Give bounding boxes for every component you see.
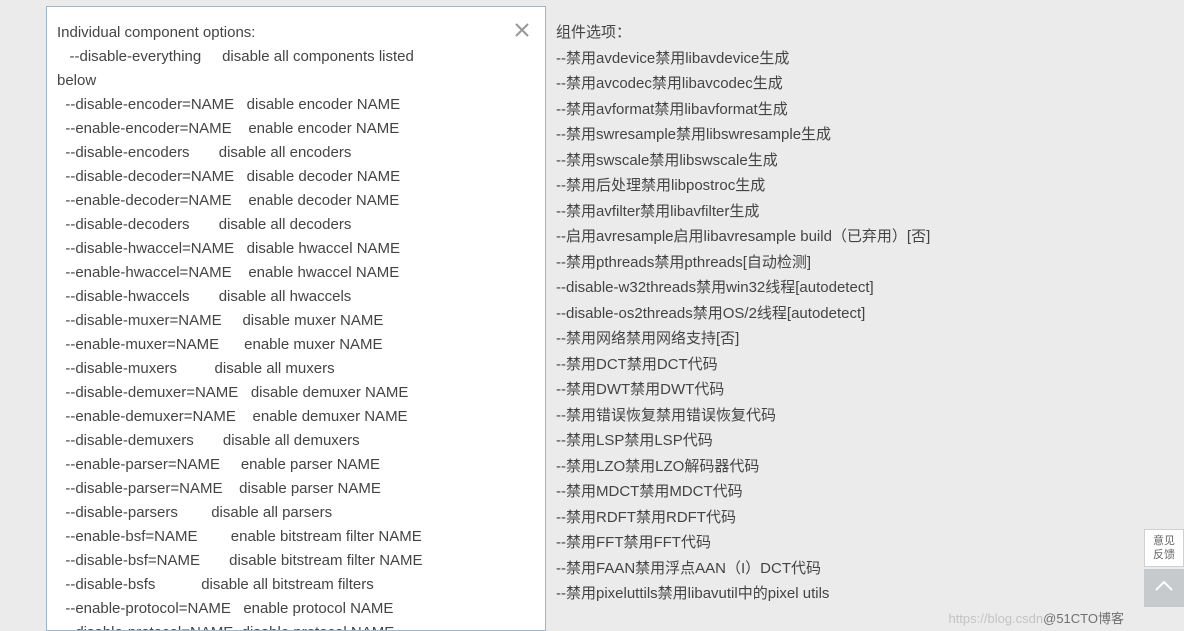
left-line: --enable-demuxer=NAME enable demuxer NAM… xyxy=(57,405,531,429)
right-line: --禁用avfilter禁用libavfilter生成 xyxy=(556,199,1178,225)
scroll-to-top-button[interactable] xyxy=(1144,569,1184,607)
chevron-up-icon xyxy=(1154,579,1174,597)
left-line: --disable-encoders disable all encoders xyxy=(57,141,531,165)
right-line: --disable-os2threads禁用OS/2线程[autodetect] xyxy=(556,301,1178,327)
left-line: --disable-protocol=NAME disable protocol… xyxy=(57,621,531,631)
source-text-panel: Individual component options: --disable-… xyxy=(46,6,546,631)
right-line: --禁用错误恢复禁用错误恢复代码 xyxy=(556,403,1178,429)
left-lines: --disable-everything disable all compone… xyxy=(57,45,531,631)
right-line: --禁用MDCT禁用MDCT代码 xyxy=(556,479,1178,505)
right-line: --禁用DWT禁用DWT代码 xyxy=(556,377,1178,403)
left-line: --enable-decoder=NAME enable decoder NAM… xyxy=(57,189,531,213)
right-line: --禁用pthreads禁用pthreads[自动检测] xyxy=(556,250,1178,276)
left-line: --enable-protocol=NAME enable protocol N… xyxy=(57,597,531,621)
left-line: --disable-bsfs disable all bitstream fil… xyxy=(57,573,531,597)
watermark-dark: @51CTO博客 xyxy=(1043,611,1124,626)
right-line: --禁用avdevice禁用libavdevice生成 xyxy=(556,46,1178,72)
left-heading: Individual component options: xyxy=(57,21,531,45)
right-line: --禁用FAAN禁用浮点AAN（I）DCT代码 xyxy=(556,556,1178,582)
left-line: --disable-demuxers disable all demuxers xyxy=(57,429,531,453)
left-line: --enable-encoder=NAME enable encoder NAM… xyxy=(57,117,531,141)
left-line: --disable-demuxer=NAME disable demuxer N… xyxy=(57,381,531,405)
right-line: --禁用后处理禁用libpostroc生成 xyxy=(556,173,1178,199)
left-line: --disable-muxers disable all muxers xyxy=(57,357,531,381)
right-line: --禁用avformat禁用libavformat生成 xyxy=(556,97,1178,123)
left-line: --disable-parsers disable all parsers xyxy=(57,501,531,525)
left-line: --disable-parser=NAME disable parser NAM… xyxy=(57,477,531,501)
left-line: --enable-bsf=NAME enable bitstream filte… xyxy=(57,525,531,549)
watermark: https://blog.csdn@51CTO博客 xyxy=(948,608,1124,627)
right-line: --禁用LZO禁用LZO解码器代码 xyxy=(556,454,1178,480)
close-icon[interactable] xyxy=(513,21,531,39)
right-line: --禁用DCT禁用DCT代码 xyxy=(556,352,1178,378)
right-lines: --禁用avdevice禁用libavdevice生成--禁用avcodec禁用… xyxy=(556,46,1178,607)
right-line: --禁用网络禁用网络支持[否] xyxy=(556,326,1178,352)
side-widgets: 意见 反馈 xyxy=(1144,529,1184,607)
left-line: --enable-muxer=NAME enable muxer NAME xyxy=(57,333,531,357)
left-line: --disable-hwaccels disable all hwaccels xyxy=(57,285,531,309)
translated-text-panel: 组件选项： --禁用avdevice禁用libavdevice生成--禁用avc… xyxy=(556,6,1178,631)
left-line: --disable-bsf=NAME disable bitstream fil… xyxy=(57,549,531,573)
right-line: --禁用avcodec禁用libavcodec生成 xyxy=(556,71,1178,97)
right-line: --禁用swresample禁用libswresample生成 xyxy=(556,122,1178,148)
right-line: --禁用LSP禁用LSP代码 xyxy=(556,428,1178,454)
left-line: --disable-decoder=NAME disable decoder N… xyxy=(57,165,531,189)
right-line: --disable-w32threads禁用win32线程[autodetect… xyxy=(556,275,1178,301)
left-line: --disable-encoder=NAME disable encoder N… xyxy=(57,93,531,117)
feedback-button[interactable]: 意见 反馈 xyxy=(1144,529,1184,567)
right-line: --禁用pixeluttils禁用libavutil中的pixel utils xyxy=(556,581,1178,607)
left-line: --enable-hwaccel=NAME enable hwaccel NAM… xyxy=(57,261,531,285)
right-line: --禁用RDFT禁用RDFT代码 xyxy=(556,505,1178,531)
left-line: --enable-parser=NAME enable parser NAME xyxy=(57,453,531,477)
watermark-light: https://blog.csdn xyxy=(948,611,1043,626)
left-line: --disable-muxer=NAME disable muxer NAME xyxy=(57,309,531,333)
left-line: --disable-everything disable all compone… xyxy=(57,45,531,69)
left-line: --disable-hwaccel=NAME disable hwaccel N… xyxy=(57,237,531,261)
feedback-label: 意见 反馈 xyxy=(1153,535,1175,561)
left-line: below xyxy=(57,69,531,93)
left-line: --disable-decoders disable all decoders xyxy=(57,213,531,237)
right-line: --启用avresample启用libavresample build（已弃用）… xyxy=(556,224,1178,250)
right-heading: 组件选项： xyxy=(556,20,1178,46)
right-line: --禁用swscale禁用libswscale生成 xyxy=(556,148,1178,174)
right-line: --禁用FFT禁用FFT代码 xyxy=(556,530,1178,556)
